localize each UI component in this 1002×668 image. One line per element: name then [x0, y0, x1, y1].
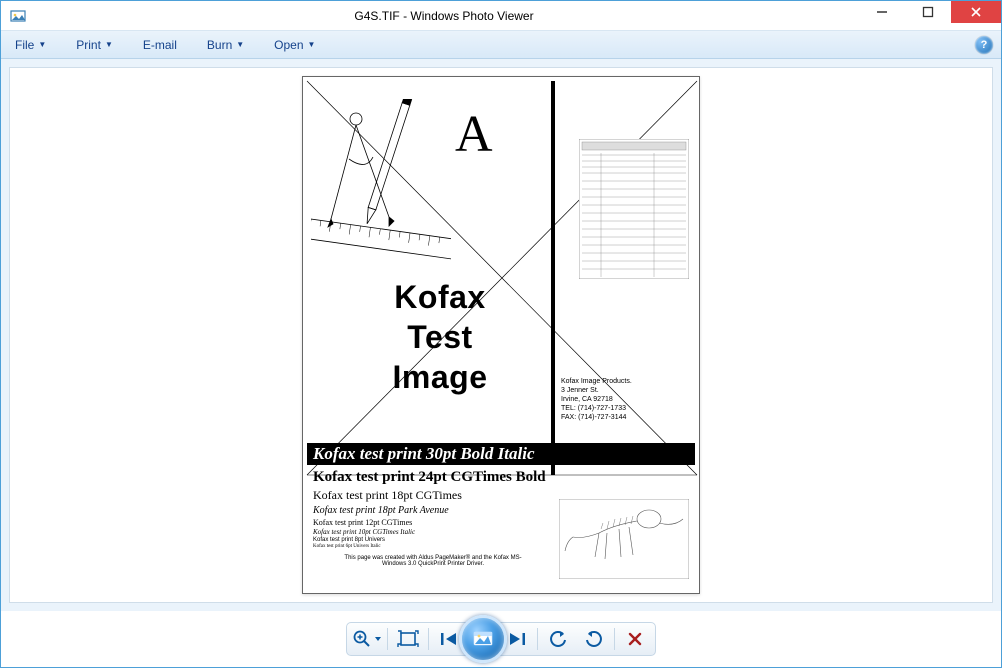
- skeleton-illustration: [559, 499, 689, 579]
- black-strip: Kofax test print 30pt Bold Italic: [307, 443, 695, 465]
- sample-6pt: Kofax test print 6pt Univers Italic: [313, 544, 546, 549]
- addr-l1: Kofax Image Products.: [561, 377, 632, 386]
- sample-8pt: Kofax test print 8pt Univers: [313, 537, 546, 543]
- menu-burn[interactable]: Burn ▼: [199, 35, 252, 55]
- maximize-button[interactable]: [905, 1, 951, 23]
- caret-icon: [374, 629, 382, 649]
- addr-l4: TEL: (714)-727-1733: [561, 404, 632, 413]
- viewer-area: A: [1, 59, 1001, 611]
- heading-line-1: Kofax: [335, 277, 545, 317]
- big-letter: A: [455, 105, 493, 164]
- zoom-button[interactable]: [349, 625, 385, 653]
- menu-open[interactable]: Open ▼: [266, 35, 323, 55]
- sample-12pt: Kofax test print 12pt CGTimes: [313, 518, 546, 527]
- document-page: A: [302, 76, 700, 594]
- close-button[interactable]: [951, 1, 1001, 23]
- bottom-toolbar: [1, 611, 1001, 667]
- actual-size-button[interactable]: [390, 625, 426, 653]
- font-samples: Kofax test print 24pt CGTimes Bold Kofax…: [313, 469, 546, 549]
- delete-button[interactable]: [617, 625, 653, 653]
- sample-24pt: Kofax test print 24pt CGTimes Bold: [313, 469, 546, 486]
- addr-l3: Irvine, CA 92718: [561, 395, 632, 404]
- window-title: G4S.TIF - Windows Photo Viewer: [29, 9, 859, 23]
- window-root: G4S.TIF - Windows Photo Viewer File ▼ Pri…: [0, 0, 1002, 668]
- compass-pencil-icon: [311, 99, 451, 269]
- menu-burn-label: Burn: [207, 38, 232, 52]
- menu-print-label: Print: [76, 38, 101, 52]
- window-controls: [859, 1, 1001, 30]
- heading-line-3: Image: [335, 357, 545, 397]
- caret-icon: ▼: [38, 40, 46, 49]
- titlebar: G4S.TIF - Windows Photo Viewer: [1, 1, 1001, 31]
- sample-18pt-script: Kofax test print 18pt Park Avenue: [313, 505, 546, 516]
- footer-note: This page was created with Aldus PageMak…: [343, 555, 523, 567]
- addr-l5: FAX: (714)-727-3144: [561, 413, 632, 422]
- menu-file[interactable]: File ▼: [7, 35, 54, 55]
- rotate-ccw-button[interactable]: [540, 625, 576, 653]
- strip-text: Kofax test print 30pt Bold Italic: [313, 444, 535, 464]
- heading-block: Kofax Test Image: [335, 277, 545, 397]
- sample-10pt: Kofax test print 10pt CGTimes Italic: [313, 528, 546, 536]
- rotate-cw-button[interactable]: [576, 625, 612, 653]
- slideshow-button[interactable]: [459, 615, 507, 663]
- caret-icon: ▼: [236, 40, 244, 49]
- caret-icon: ▼: [308, 40, 316, 49]
- toolbar-group: [346, 622, 656, 656]
- addr-l2: 3 Jenner St.: [561, 386, 632, 395]
- image-canvas[interactable]: A: [9, 67, 993, 603]
- sample-18pt: Kofax test print 18pt CGTimes: [313, 488, 546, 503]
- caret-icon: ▼: [105, 40, 113, 49]
- menubar: File ▼ Print ▼ E-mail Burn ▼ Open ▼ ?: [1, 31, 1001, 59]
- menu-open-label: Open: [274, 38, 303, 52]
- menu-file-label: File: [15, 38, 34, 52]
- menu-email[interactable]: E-mail: [135, 35, 185, 55]
- menu-email-label: E-mail: [143, 38, 177, 52]
- address-block: Kofax Image Products. 3 Jenner St. Irvin…: [561, 377, 632, 422]
- help-button[interactable]: ?: [975, 36, 993, 54]
- heading-line-2: Test: [335, 317, 545, 357]
- minimize-button[interactable]: [859, 1, 905, 23]
- app-icon: [7, 5, 29, 27]
- vertical-divider: [551, 81, 555, 475]
- tax-form-thumbnail: [579, 139, 689, 279]
- menu-print[interactable]: Print ▼: [68, 35, 121, 55]
